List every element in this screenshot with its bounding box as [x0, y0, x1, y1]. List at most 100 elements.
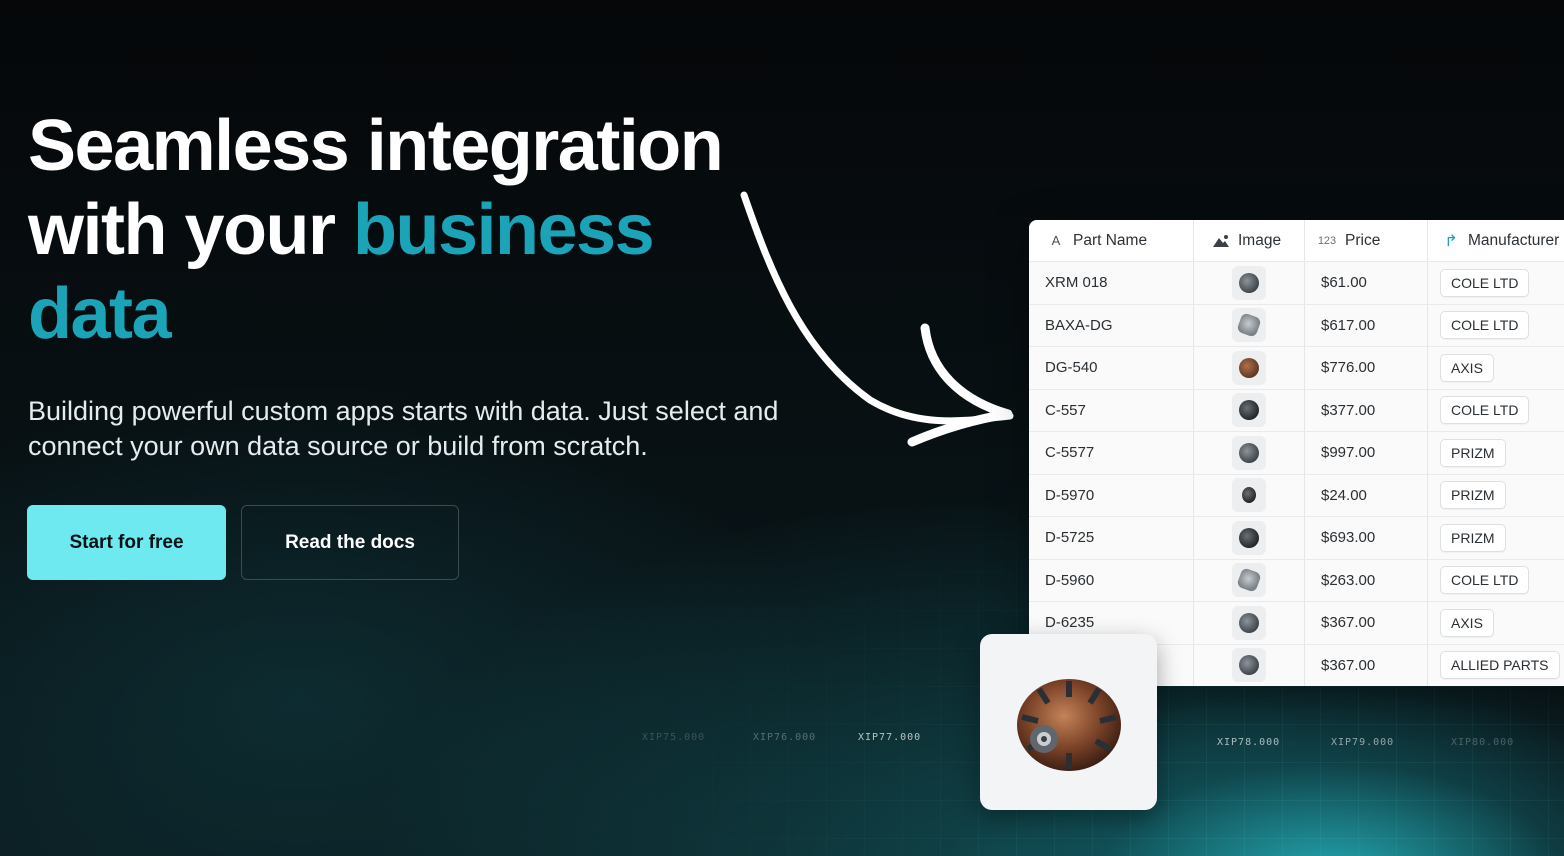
- column-header-price[interactable]: 123 Price: [1305, 220, 1428, 261]
- part-thumbnail: [1232, 393, 1266, 428]
- manufacturer-tag[interactable]: PRIZM: [1440, 481, 1506, 510]
- tick-label: XIP80.000: [1451, 737, 1515, 748]
- column-header-image[interactable]: Image: [1194, 220, 1305, 261]
- part-thumbnail: [1232, 648, 1266, 683]
- column-header-part-name[interactable]: A Part Name: [1029, 220, 1194, 261]
- manufacturer-cell: ALLIED PARTS: [1428, 645, 1564, 687]
- tick-label: XIP78.000: [1217, 737, 1281, 748]
- silver-cog-part-icon: [1236, 567, 1262, 594]
- table-row[interactable]: C-5577 $997.00 PRIZM: [1029, 432, 1564, 475]
- manufacturer-cell: COLE LTD: [1428, 305, 1564, 347]
- image-cell: [1194, 347, 1305, 389]
- image-icon: [1210, 234, 1232, 248]
- column-label: Price: [1345, 231, 1381, 249]
- manufacturer-tag[interactable]: COLE LTD: [1440, 566, 1530, 595]
- manufacturer-cell: COLE LTD: [1428, 262, 1564, 304]
- image-cell: [1194, 517, 1305, 559]
- image-cell: [1194, 602, 1305, 644]
- gray-disc-part-icon: [1239, 655, 1259, 676]
- table-row[interactable]: DG-540 $776.00 AXIS: [1029, 347, 1564, 390]
- table-header-row: A Part Name Image 123 Price ↱ Manufactur…: [1029, 220, 1564, 262]
- price-cell: $263.00: [1305, 559, 1428, 601]
- headline-accent-line-3: data: [28, 274, 172, 354]
- price-cell: $997.00: [1305, 432, 1428, 474]
- manufacturer-cell: PRIZM: [1428, 517, 1564, 559]
- image-cell: [1194, 262, 1305, 304]
- part-thumbnail: [1232, 478, 1266, 513]
- manufacturer-cell: PRIZM: [1428, 475, 1564, 517]
- part-thumbnail: [1232, 563, 1266, 598]
- hero-subtitle: Building powerful custom apps starts wit…: [28, 396, 779, 461]
- table-row[interactable]: D-5970 $24.00 PRIZM: [1029, 474, 1564, 517]
- part-name-cell: D-5725: [1029, 517, 1194, 559]
- manufacturer-tag[interactable]: COLE LTD: [1440, 311, 1530, 340]
- part-thumbnail: [1232, 350, 1266, 385]
- manufacturer-tag[interactable]: AXIS: [1440, 608, 1494, 637]
- price-cell: $776.00: [1305, 347, 1428, 389]
- manufacturer-cell: COLE LTD: [1428, 560, 1564, 602]
- part-thumbnail: [1232, 308, 1266, 343]
- price-cell: $617.00: [1305, 304, 1428, 346]
- gray-motor-part-icon: [1239, 442, 1259, 463]
- dark-gear-part-icon: [1239, 527, 1259, 548]
- parts-data-table: A Part Name Image 123 Price ↱ Manufactur…: [1029, 220, 1564, 686]
- price-cell: $367.00: [1305, 602, 1428, 644]
- manufacturer-cell: AXIS: [1428, 347, 1564, 389]
- table-row[interactable]: XRM 018 $61.00 COLE LTD: [1029, 262, 1564, 305]
- product-preview-card[interactable]: [980, 634, 1157, 810]
- part-thumbnail: [1232, 520, 1266, 555]
- image-cell: [1194, 432, 1305, 474]
- table-row[interactable]: D-5960 $263.00 COLE LTD: [1029, 559, 1564, 602]
- read-the-docs-button[interactable]: Read the docs: [241, 505, 459, 580]
- manufacturer-tag[interactable]: PRIZM: [1440, 438, 1506, 467]
- part-thumbnail: [1232, 605, 1266, 640]
- price-cell: $377.00: [1305, 389, 1428, 431]
- tick-label: XIP79.000: [1331, 737, 1395, 748]
- table-row[interactable]: C-557 $377.00 COLE LTD: [1029, 389, 1564, 432]
- manufacturer-tag[interactable]: PRIZM: [1440, 523, 1506, 552]
- manufacturer-tag[interactable]: COLE LTD: [1440, 268, 1530, 297]
- part-name-cell: D-5960: [1029, 559, 1194, 601]
- manufacturer-cell: COLE LTD: [1428, 390, 1564, 432]
- price-cell: $693.00: [1305, 517, 1428, 559]
- part-name-cell: C-557: [1029, 389, 1194, 431]
- text-type-icon: A: [1051, 233, 1061, 248]
- gray-motor-part-icon: [1239, 612, 1259, 633]
- part-name-cell: C-5577: [1029, 432, 1194, 474]
- part-name-cell: XRM 018: [1029, 262, 1194, 304]
- curved-arrow-icon: [740, 191, 1014, 447]
- table-row[interactable]: BAXA-DG $617.00 COLE LTD: [1029, 304, 1564, 347]
- relation-arrow-icon: ↱: [1444, 232, 1458, 250]
- manufacturer-tag[interactable]: ALLIED PARTS: [1440, 651, 1560, 680]
- image-cell: [1194, 304, 1305, 346]
- manufacturer-cell: AXIS: [1428, 602, 1564, 644]
- tick-label: XIP75.000: [642, 732, 706, 743]
- column-label: Image: [1238, 231, 1282, 249]
- part-name-cell: BAXA-DG: [1029, 304, 1194, 346]
- manufacturer-tag[interactable]: AXIS: [1440, 353, 1494, 382]
- column-header-manufacturer[interactable]: ↱ Manufacturer: [1428, 220, 1564, 261]
- manufacturer-tag[interactable]: COLE LTD: [1440, 396, 1530, 425]
- copper-motor-rotor-icon: [1016, 679, 1121, 771]
- part-thumbnail: [1232, 265, 1266, 300]
- price-cell: $61.00: [1305, 262, 1428, 304]
- price-cell: $367.00: [1305, 644, 1428, 686]
- part-name-cell: D-5970: [1029, 474, 1194, 516]
- dark-spring-part-icon: [1239, 400, 1259, 421]
- column-label: Part Name: [1073, 231, 1148, 249]
- image-cell: [1194, 559, 1305, 601]
- hero-headline: Seamless integration with your business …: [28, 104, 808, 356]
- gray-disc-part-icon: [1239, 272, 1259, 293]
- start-for-free-button[interactable]: Start for free: [27, 505, 226, 580]
- headline-line-2-prefix: with your: [28, 190, 353, 270]
- number-type-icon: 123: [1317, 234, 1337, 247]
- image-cell: [1194, 474, 1305, 516]
- tick-label: XIP77.000: [858, 732, 922, 743]
- part-thumbnail: [1232, 435, 1266, 470]
- tick-label: XIP76.000: [753, 732, 817, 743]
- table-row[interactable]: D-5725 $693.00 PRIZM: [1029, 517, 1564, 560]
- silver-gear-part-icon: [1236, 312, 1262, 339]
- part-name-cell: DG-540: [1029, 347, 1194, 389]
- image-cell: [1194, 644, 1305, 686]
- copper-rotor-part-icon: [1239, 357, 1259, 378]
